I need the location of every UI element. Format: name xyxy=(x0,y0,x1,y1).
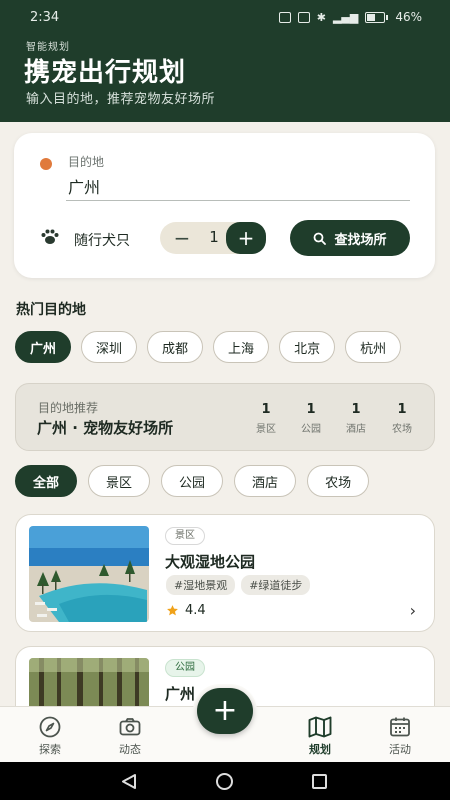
nav-label-explore: 探索 xyxy=(39,743,61,756)
nfc-icon xyxy=(278,11,291,23)
page-subtitle: 输入目的地，推荐宠物友好场所 xyxy=(26,92,216,107)
stat-park-count: 1 xyxy=(306,402,316,417)
system-nav-bar xyxy=(0,762,450,800)
search-card: 目的地 随行犬只 − 1 + 查找场所 xyxy=(14,133,435,278)
city-chip-chengdu[interactable]: 成都 xyxy=(147,331,204,363)
find-places-label: 查找场所 xyxy=(334,232,387,248)
stat-farm-count: 1 xyxy=(397,402,407,417)
stat-park: 1 公园 xyxy=(291,402,331,435)
place-photo-resort-pool xyxy=(29,526,149,622)
vibrate-icon xyxy=(297,11,310,23)
nav-item-feed[interactable]: 动态 xyxy=(100,715,160,757)
filter-park[interactable]: 公园 xyxy=(161,465,224,497)
bluetooth-icon: ✱ xyxy=(316,10,326,24)
location-dot-icon xyxy=(40,158,52,170)
pets-label: 随行犬只 xyxy=(74,233,130,249)
status-time: 2:34 xyxy=(30,9,60,25)
nav-label-plan: 规划 xyxy=(309,743,331,756)
stat-hotel: 1 酒店 xyxy=(336,402,376,435)
star-icon xyxy=(167,605,178,616)
status-icons: ✱ ▂▄▆ 46% xyxy=(278,10,422,24)
stat-farm: 1 农场 xyxy=(382,402,422,435)
pet-count-value: 1 xyxy=(209,228,219,246)
chevron-right-icon: › xyxy=(409,601,416,620)
recommend-title: 广州 · 宠物友好场所 xyxy=(37,419,174,437)
add-button[interactable]: + xyxy=(197,688,253,734)
place-name: 广州 xyxy=(165,685,196,703)
pet-count-stepper: − 1 + xyxy=(160,222,266,254)
city-chip-shenzhen[interactable]: 深圳 xyxy=(81,331,138,363)
city-chip-hangzhou[interactable]: 杭州 xyxy=(345,331,402,363)
city-chip-guangzhou[interactable]: 广州 xyxy=(15,331,72,363)
nav-label-events: 活动 xyxy=(389,743,411,756)
nav-label-feed: 动态 xyxy=(119,743,141,756)
stat-hotel-label: 酒店 xyxy=(346,424,366,435)
place-tag: #湿地景观 xyxy=(166,575,236,595)
battery-percent: 46% xyxy=(395,10,422,24)
city-chip-shanghai[interactable]: 上海 xyxy=(213,331,270,363)
camera-icon xyxy=(119,718,141,736)
place-name: 大观湿地公园 xyxy=(165,553,256,571)
stat-scenic: 1 景区 xyxy=(246,402,286,435)
map-icon xyxy=(308,716,332,738)
signal-icon: ▂▄▆ xyxy=(332,10,359,24)
nav-item-events[interactable]: 活动 xyxy=(370,715,430,757)
city-chip-beijing[interactable]: 北京 xyxy=(279,331,336,363)
stat-hotel-count: 1 xyxy=(351,402,361,417)
hot-destinations-title: 热门目的地 xyxy=(16,302,86,318)
find-places-button[interactable]: 查找场所 xyxy=(290,220,410,256)
stat-scenic-count: 1 xyxy=(261,402,271,417)
home-icon[interactable] xyxy=(216,773,233,790)
category-filter-row: 全部 景区 公园 酒店 农场 xyxy=(15,465,370,497)
page-title: 携宠出行规划 xyxy=(24,58,187,88)
category-badge: 景区 xyxy=(165,527,205,545)
compass-icon xyxy=(39,716,61,738)
search-icon xyxy=(314,232,327,245)
decrease-button[interactable]: − xyxy=(168,222,196,254)
destination-label: 目的地 xyxy=(68,155,105,169)
status-bar: 2:34 ✱ ▂▄▆ 46% xyxy=(0,0,450,34)
place-rating: 4.4 xyxy=(166,603,206,618)
stat-park-label: 公园 xyxy=(301,424,321,435)
header-eyebrow: 智能规划 xyxy=(26,42,70,53)
filter-all[interactable]: 全部 xyxy=(15,465,78,497)
stat-scenic-label: 景区 xyxy=(256,424,276,435)
place-card[interactable]: 景区 大观湿地公园 #湿地景观 #绿道徒步 4.4 › xyxy=(15,514,435,632)
place-tag: #绿道徒步 xyxy=(241,575,311,595)
destination-input[interactable] xyxy=(66,171,410,201)
rating-value: 4.4 xyxy=(185,603,206,618)
increase-button[interactable]: + xyxy=(226,222,266,254)
filter-scenic[interactable]: 景区 xyxy=(88,465,151,497)
filter-farm[interactable]: 农场 xyxy=(307,465,370,497)
recommend-label: 目的地推荐 xyxy=(38,401,99,415)
category-badge: 公园 xyxy=(165,659,205,677)
nav-item-plan[interactable]: 规划 xyxy=(290,715,350,757)
city-chip-row: 广州 深圳 成都 上海 北京 杭州 xyxy=(15,331,435,363)
nav-item-explore[interactable]: 探索 xyxy=(20,715,80,757)
place-tags: #湿地景观 #绿道徒步 xyxy=(166,575,311,595)
header: 2:34 ✱ ▂▄▆ 46% 智能规划 携宠出行规划 输入目的地，推荐宠物友好场… xyxy=(0,0,450,122)
destination-recommend-bar: 目的地推荐 广州 · 宠物友好场所 1 景区 1 公园 1 酒店 1 农场 xyxy=(15,383,435,451)
calendar-icon xyxy=(390,717,410,737)
filter-hotel[interactable]: 酒店 xyxy=(234,465,297,497)
back-icon[interactable] xyxy=(120,773,138,790)
paw-icon xyxy=(40,229,60,249)
recent-apps-icon[interactable] xyxy=(312,774,327,789)
battery-icon xyxy=(365,11,389,23)
stat-farm-label: 农场 xyxy=(392,424,412,435)
